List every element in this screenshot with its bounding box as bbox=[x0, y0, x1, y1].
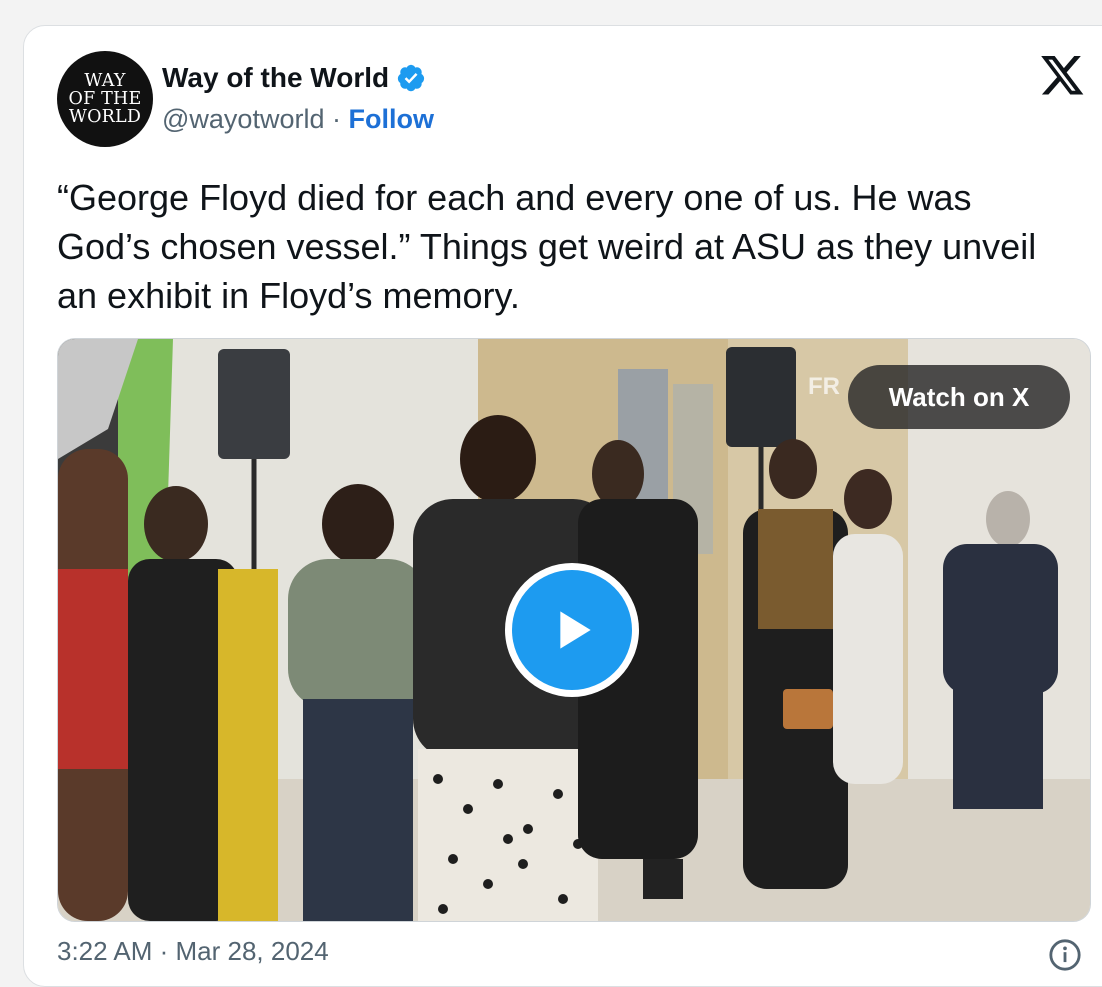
play-button-inner bbox=[512, 570, 632, 690]
author-name-row[interactable]: Way of the World bbox=[162, 62, 426, 94]
watch-on-x-button[interactable]: Watch on X bbox=[848, 365, 1070, 429]
tweet-text: “George Floyd died for each and every on… bbox=[57, 177, 1037, 316]
play-button[interactable] bbox=[505, 563, 639, 697]
follow-button[interactable]: Follow bbox=[349, 104, 434, 134]
info-icon[interactable] bbox=[1048, 938, 1082, 972]
handle[interactable]: @wayotworld bbox=[162, 104, 324, 134]
x-logo-icon[interactable] bbox=[1041, 56, 1085, 96]
play-icon bbox=[560, 611, 591, 649]
handle-row: @wayotworld · Follow bbox=[162, 104, 434, 135]
verified-badge-icon bbox=[397, 64, 425, 92]
separator-dot: · bbox=[331, 104, 341, 134]
display-name[interactable]: Way of the World bbox=[162, 62, 389, 94]
svg-text:FR: FR bbox=[808, 373, 840, 400]
tweet-timestamp[interactable]: 3:22 AM · Mar 28, 2024 bbox=[57, 936, 329, 967]
avatar-text-line-2: OF THE bbox=[68, 89, 142, 109]
avatar[interactable]: WAY OF THE WORLD bbox=[57, 51, 153, 147]
avatar-text-line-3: WORLD bbox=[68, 107, 142, 127]
avatar-text-line-1: WAY bbox=[84, 71, 126, 91]
